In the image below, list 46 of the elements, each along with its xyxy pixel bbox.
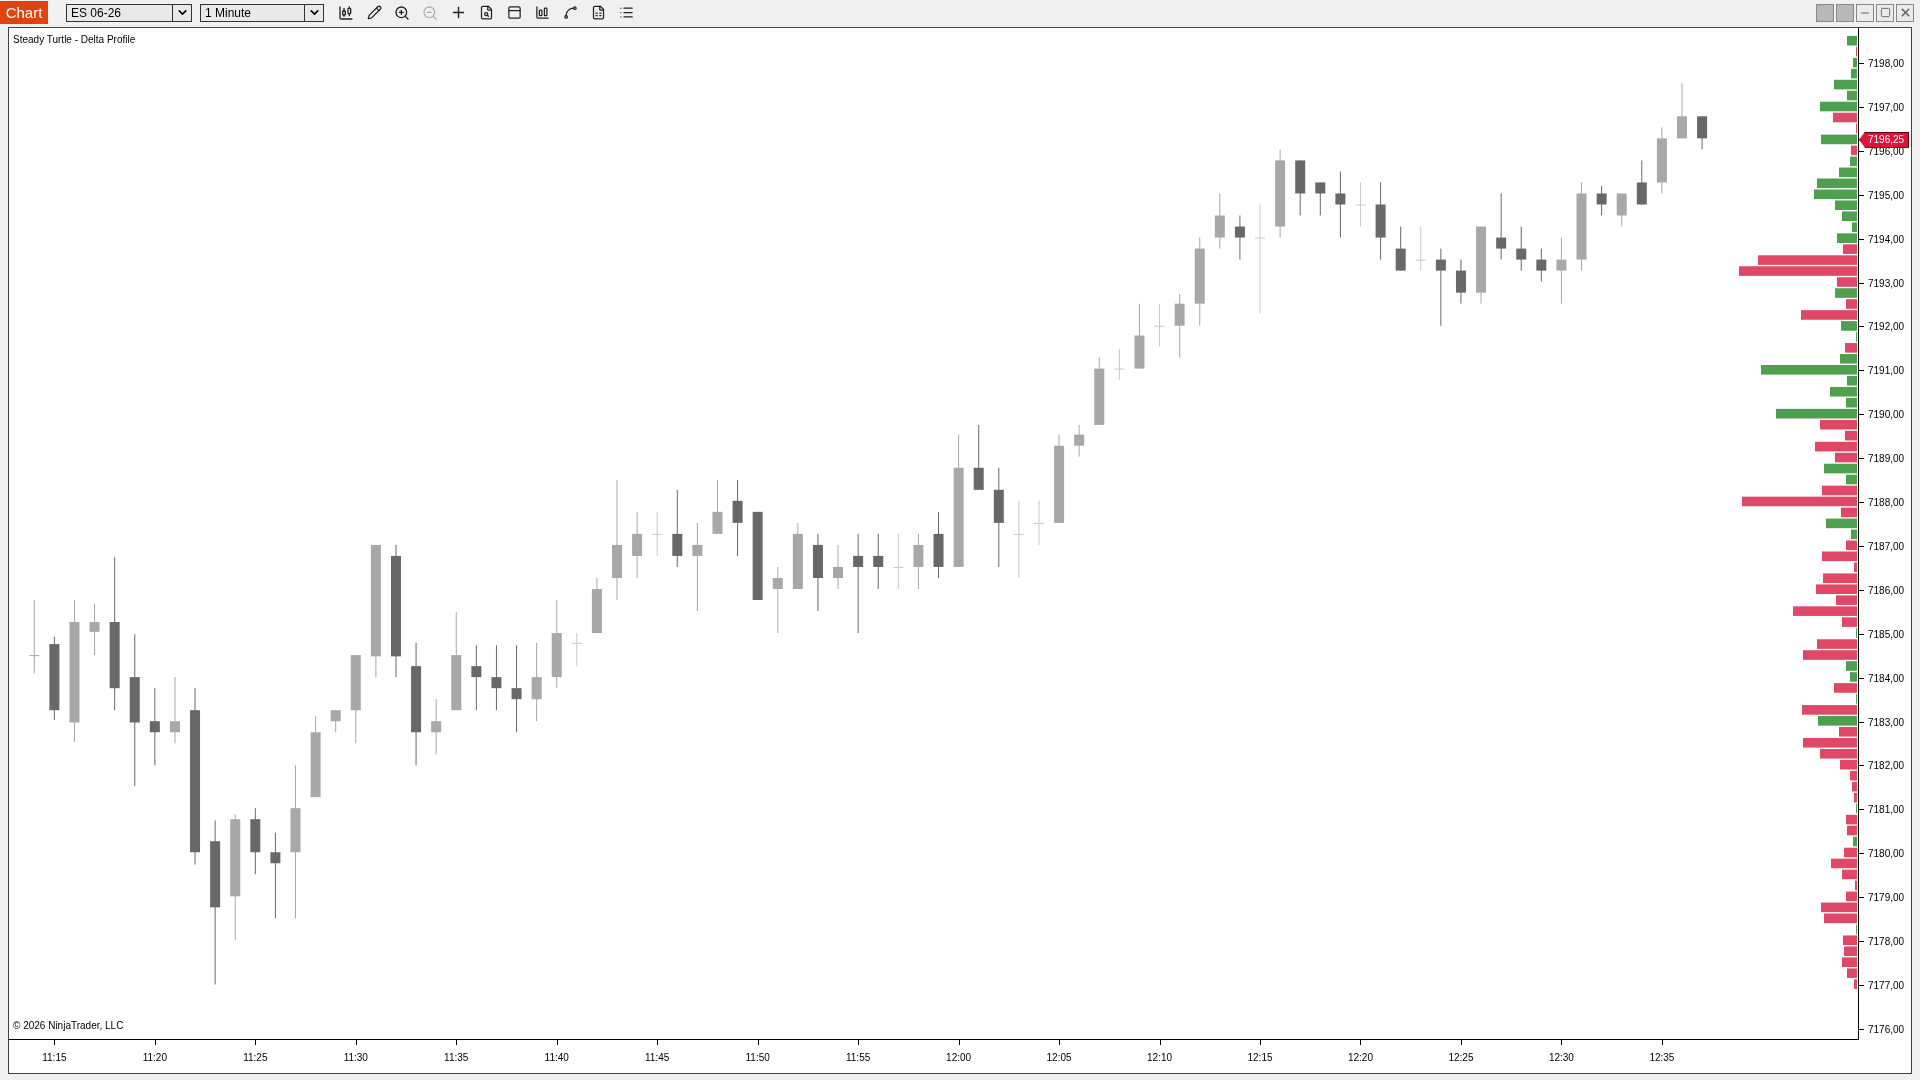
time-label: 11:40 <box>544 1052 569 1063</box>
price-label: 7184,00 <box>1868 672 1905 684</box>
price-label: 7187,00 <box>1868 540 1905 552</box>
price-label: 7198,00 <box>1868 57 1905 69</box>
price-label: 7195,00 <box>1868 189 1905 201</box>
price-label: 7176,00 <box>1868 1023 1905 1035</box>
time-label: 12:20 <box>1347 1052 1373 1063</box>
time-label: 11:45 <box>645 1052 670 1063</box>
price-label: 7178,00 <box>1868 935 1905 947</box>
time-label: 11:35 <box>444 1052 469 1063</box>
price-label: 7182,00 <box>1868 759 1905 771</box>
time-label: 12:35 <box>1649 1052 1675 1063</box>
price-label: 7192,00 <box>1868 320 1905 332</box>
time-label: 11:20 <box>142 1052 167 1063</box>
price-label: 7196,00 <box>1868 145 1905 157</box>
chart-tab[interactable]: Chart <box>0 1 48 24</box>
price-label: 7189,00 <box>1868 452 1905 464</box>
price-label: 7191,00 <box>1868 364 1905 376</box>
chart-title: Steady Turtle - Delta Profile <box>13 34 136 45</box>
time-label: 11:25 <box>243 1052 268 1063</box>
price-label: 7188,00 <box>1868 496 1905 508</box>
price-label: 7179,00 <box>1868 891 1905 903</box>
current-price-tag: 7196,25 <box>1859 131 1910 148</box>
time-label: 12:10 <box>1147 1052 1173 1063</box>
time-label: 11:50 <box>745 1052 770 1063</box>
price-label: 7181,00 <box>1868 803 1905 815</box>
time-label: 12:25 <box>1448 1052 1474 1063</box>
copyright-text: © 2026 NinjaTrader, LLC <box>13 1020 124 1031</box>
interval-dropdown[interactable]: 1 Minute <box>200 3 324 22</box>
time-label: 12:00 <box>946 1052 972 1063</box>
price-label: 7183,00 <box>1868 716 1905 727</box>
time-label: 11:55 <box>846 1052 871 1063</box>
price-label: 7177,00 <box>1868 979 1905 991</box>
instrument-dropdown[interactable]: ES 06-26 <box>66 3 192 22</box>
time-label: 12:15 <box>1247 1052 1273 1063</box>
price-label: 7190,00 <box>1868 408 1905 420</box>
time-label: 12:05 <box>1046 1052 1072 1063</box>
time-label: 12:30 <box>1548 1052 1574 1063</box>
price-label: 7180,00 <box>1868 847 1905 859</box>
time-label: 11:30 <box>343 1052 368 1063</box>
price-label: 7185,00 <box>1868 628 1905 640</box>
price-label: 7197,00 <box>1868 101 1905 113</box>
price-label: 7194,00 <box>1868 233 1905 245</box>
price-label: 7193,00 <box>1868 277 1905 288</box>
time-label: 11:15 <box>42 1052 67 1063</box>
price-label: 7186,00 <box>1868 584 1905 596</box>
